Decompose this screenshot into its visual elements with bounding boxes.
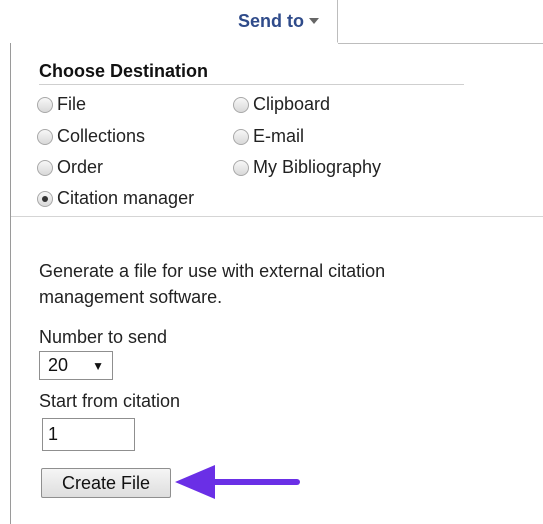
triangle-down-icon[interactable]: ▼ [92,359,104,373]
radio-option-order[interactable]: Order [37,157,103,178]
radio-label-order[interactable]: Order [57,157,103,178]
radio-citation-manager[interactable] [37,190,53,207]
radio-label-collections[interactable]: Collections [57,126,145,147]
radio-label-my-bibliography[interactable]: My Bibliography [253,157,381,178]
radio-option-clipboard[interactable]: Clipboard [233,94,330,115]
radio-option-email[interactable]: E-mail [233,126,304,147]
radio-label-email[interactable]: E-mail [253,126,304,147]
create-file-button[interactable]: Create File [41,468,171,498]
send-to-menu[interactable]: Send to [10,0,338,43]
topbar: Send to [10,0,543,44]
start-from-citation-input[interactable] [42,418,135,451]
radio-my-bibliography[interactable] [233,159,249,176]
radio-email[interactable] [233,128,249,145]
radio-option-my-bibliography[interactable]: My Bibliography [233,157,381,178]
radio-label-clipboard[interactable]: Clipboard [253,94,330,115]
number-to-send-value[interactable]: 20 [48,355,68,376]
citation-description: Generate a file for use with external ci… [39,261,386,307]
radio-order[interactable] [37,159,53,176]
number-to-send-select[interactable]: 20 ▼ [39,351,113,380]
section-divider [11,216,543,217]
start-from-citation-label: Start from citation [39,391,181,411]
radio-file[interactable] [37,96,53,113]
radio-label-file[interactable]: File [57,94,86,115]
radio-option-collections[interactable]: Collections [37,126,145,147]
radio-label-citation-manager[interactable]: Citation manager [57,188,194,209]
arrow-left-icon [175,465,300,499]
number-to-send-label: Number to send [39,327,168,347]
radio-collections[interactable] [37,128,53,145]
choose-destination-heading: Choose Destination [39,61,209,81]
heading-divider [39,84,464,85]
radio-option-file[interactable]: File [37,94,86,115]
send-to-label[interactable]: Send to [238,11,304,32]
chevron-down-icon[interactable] [309,18,319,24]
radio-clipboard[interactable] [233,96,249,113]
radio-option-citation-manager[interactable]: Citation manager [37,188,194,209]
send-to-panel: Choose Destination File Clipboard Collec… [11,44,543,524]
